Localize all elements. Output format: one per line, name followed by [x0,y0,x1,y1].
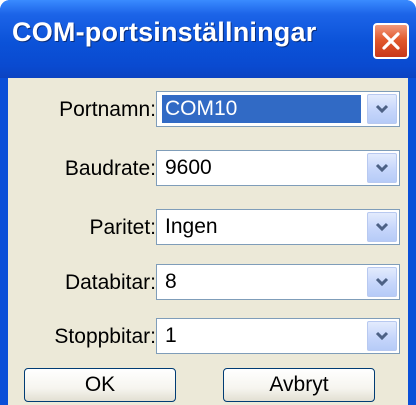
dialog-title: COM-portsinställningar [12,17,317,47]
paritet-select[interactable]: Ingen [156,209,400,245]
portnamn-label: Portnamn: [59,98,156,121]
paritet-label: Paritet: [89,216,156,239]
close-icon [382,32,400,50]
ok-button[interactable]: OK [24,368,176,402]
stoppbitar-value: 1 [165,324,177,347]
chevron-down-icon [375,277,389,287]
chevron-down-icon [375,104,389,114]
stoppbitar-select[interactable]: 1 [156,318,400,354]
dialog-window: COM-portsinställningar Portnamn: COM10 B… [0,0,416,405]
databitar-label: Databitar: [64,271,156,294]
chevron-down-icon [375,222,389,232]
row-stoppbitar: Stoppbitar: 1 [8,318,408,354]
databitar-dropdown-button[interactable] [367,267,397,297]
titlebar[interactable]: COM-portsinställningar [0,0,416,78]
dialog-body: Portnamn: COM10 Baudrate: 9600 Paritet: … [8,78,408,405]
chevron-down-icon [375,331,389,341]
baudrate-label: Baudrate: [64,157,156,180]
row-portnamn: Portnamn: COM10 [8,91,408,127]
portnamn-value: COM10 [162,95,361,123]
baudrate-select[interactable]: 9600 [156,150,400,186]
chevron-down-icon [375,163,389,173]
cancel-button[interactable]: Avbryt [223,368,375,402]
baudrate-value: 9600 [165,156,212,179]
stoppbitar-label: Stoppbitar: [54,325,156,348]
portnamn-select[interactable]: COM10 [156,91,400,127]
row-baudrate: Baudrate: 9600 [8,150,408,186]
portnamn-dropdown-button[interactable] [367,94,397,124]
databitar-value: 8 [165,270,177,293]
baudrate-dropdown-button[interactable] [367,153,397,183]
row-paritet: Paritet: Ingen [8,209,408,245]
databitar-select[interactable]: 8 [156,264,400,300]
paritet-value: Ingen [165,215,218,238]
close-button[interactable] [373,23,409,59]
paritet-dropdown-button[interactable] [367,212,397,242]
row-databitar: Databitar: 8 [8,264,408,300]
stoppbitar-dropdown-button[interactable] [367,321,397,351]
